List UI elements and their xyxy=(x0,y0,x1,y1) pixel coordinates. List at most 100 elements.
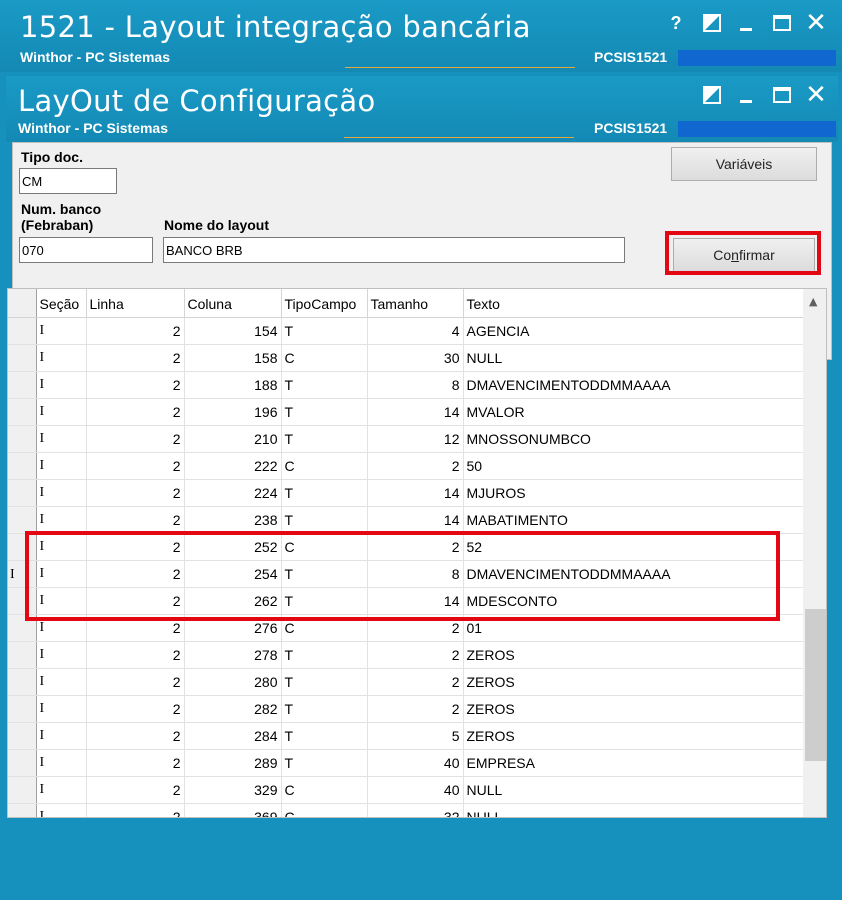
outer-titlebar[interactable]: 1521 - Layout integração bancária Wintho… xyxy=(0,0,842,72)
cell-tipocampo[interactable]: T xyxy=(281,506,368,534)
row-selector[interactable] xyxy=(8,641,37,669)
inner-titlebar[interactable]: LayOut de Configuração Winthor - PC Sist… xyxy=(6,76,838,142)
cell-coluna[interactable]: 278 xyxy=(184,641,282,669)
variaveis-button[interactable]: Variáveis xyxy=(671,147,817,181)
inner-restore-button[interactable] xyxy=(698,82,726,108)
table-row[interactable]: I 2 154 T 4 AGENCIA xyxy=(8,317,804,345)
cell-tipocampo[interactable]: C xyxy=(281,776,368,804)
table-row[interactable]: I 2 369 C 32 NULL xyxy=(8,803,804,817)
cell-tipocampo[interactable]: T xyxy=(281,317,368,345)
cell-texto[interactable]: MVALOR xyxy=(463,398,804,426)
minimize-button[interactable] xyxy=(732,10,760,36)
cell-tamanho[interactable]: 2 xyxy=(367,452,464,480)
table-row[interactable]: I 2 238 T 14 MABATIMENTO xyxy=(8,506,804,534)
column-header-coluna[interactable]: Coluna xyxy=(184,289,282,318)
cell-texto[interactable]: NULL xyxy=(463,803,804,817)
cell-linha[interactable]: 2 xyxy=(86,425,185,453)
cell-linha[interactable]: 2 xyxy=(86,641,185,669)
cell-secao[interactable]: I xyxy=(36,668,87,696)
cell-linha[interactable]: 2 xyxy=(86,722,185,750)
row-selector[interactable] xyxy=(8,506,37,534)
inner-maximize-button[interactable] xyxy=(768,82,796,108)
cell-linha[interactable]: 2 xyxy=(86,398,185,426)
table-row[interactable]: I 2 224 T 14 MJUROS xyxy=(8,479,804,507)
cell-tipocampo[interactable]: T xyxy=(281,722,368,750)
cell-coluna[interactable]: 154 xyxy=(184,317,282,345)
cell-tamanho[interactable]: 14 xyxy=(367,479,464,507)
inner-close-button[interactable]: ✕ xyxy=(802,82,830,108)
cell-coluna[interactable]: 188 xyxy=(184,371,282,399)
cell-secao[interactable]: I xyxy=(36,479,87,507)
help-button[interactable]: ? xyxy=(662,10,690,36)
cell-secao[interactable]: I xyxy=(36,398,87,426)
table-row[interactable]: I 2 222 C 2 50 xyxy=(8,452,804,480)
cell-tipocampo[interactable]: T xyxy=(281,641,368,669)
cell-texto[interactable]: AGENCIA xyxy=(463,317,804,345)
column-header-tamanho[interactable]: Tamanho xyxy=(367,289,464,318)
cell-linha[interactable]: 2 xyxy=(86,317,185,345)
cell-coluna[interactable]: 280 xyxy=(184,668,282,696)
cell-linha[interactable]: 2 xyxy=(86,506,185,534)
cell-tipocampo[interactable]: T xyxy=(281,695,368,723)
cell-tamanho[interactable]: 14 xyxy=(367,398,464,426)
table-row[interactable]: I 2 158 C 30 NULL xyxy=(8,344,804,372)
row-selector[interactable] xyxy=(8,803,37,817)
table-row[interactable]: I 2 280 T 2 ZEROS xyxy=(8,668,804,696)
table-row[interactable]: I 2 329 C 40 NULL xyxy=(8,776,804,804)
cell-secao[interactable]: I xyxy=(36,317,87,345)
cell-secao[interactable]: I xyxy=(36,803,87,817)
row-selector[interactable] xyxy=(8,668,37,696)
close-button[interactable]: ✕ xyxy=(802,10,830,36)
cell-coluna[interactable]: 158 xyxy=(184,344,282,372)
column-header-tipocampo[interactable]: TipoCampo xyxy=(281,289,368,318)
cell-tamanho[interactable]: 40 xyxy=(367,776,464,804)
cell-secao[interactable]: I xyxy=(36,371,87,399)
table-row[interactable]: I 2 196 T 14 MVALOR xyxy=(8,398,804,426)
cell-linha[interactable]: 2 xyxy=(86,371,185,399)
row-selector[interactable] xyxy=(8,344,37,372)
cell-texto[interactable]: MNOSSONUMBCO xyxy=(463,425,804,453)
table-row[interactable]: I 2 210 T 12 MNOSSONUMBCO xyxy=(8,425,804,453)
cell-tamanho[interactable]: 2 xyxy=(367,641,464,669)
cell-texto[interactable]: MABATIMENTO xyxy=(463,506,804,534)
cell-coluna[interactable]: 284 xyxy=(184,722,282,750)
row-selector[interactable] xyxy=(8,398,37,426)
column-header-linha[interactable]: Linha xyxy=(86,289,185,318)
table-row[interactable]: I 2 282 T 2 ZEROS xyxy=(8,695,804,723)
cell-tamanho[interactable]: 14 xyxy=(367,506,464,534)
cell-texto[interactable]: EMPRESA xyxy=(463,749,804,777)
column-header-secao[interactable]: Seção xyxy=(36,289,87,318)
cell-texto[interactable]: MJUROS xyxy=(463,479,804,507)
vertical-scrollbar[interactable]: ▲ ⌄ xyxy=(803,289,826,817)
table-row[interactable]: I 2 289 T 40 EMPRESA xyxy=(8,749,804,777)
inner-minimize-button[interactable] xyxy=(732,82,760,108)
cell-coluna[interactable]: 222 xyxy=(184,452,282,480)
cell-texto[interactable]: 50 xyxy=(463,452,804,480)
num-banco-input[interactable]: 070 xyxy=(19,237,153,263)
cell-linha[interactable]: 2 xyxy=(86,776,185,804)
cell-texto[interactable]: ZEROS xyxy=(463,641,804,669)
cell-texto[interactable]: ZEROS xyxy=(463,668,804,696)
cell-tipocampo[interactable]: C xyxy=(281,344,368,372)
cell-coluna[interactable]: 289 xyxy=(184,749,282,777)
cell-linha[interactable]: 2 xyxy=(86,452,185,480)
cell-coluna[interactable]: 224 xyxy=(184,479,282,507)
row-selector[interactable] xyxy=(8,317,37,345)
scroll-up-icon[interactable]: ▲ xyxy=(809,295,817,308)
cell-tipocampo[interactable]: T xyxy=(281,398,368,426)
cell-linha[interactable]: 2 xyxy=(86,344,185,372)
tipo-doc-input[interactable]: CM xyxy=(19,168,117,194)
cell-texto[interactable]: DMAVENCIMENTODDMMAAAA xyxy=(463,371,804,399)
row-selector[interactable] xyxy=(8,452,37,480)
table-row[interactable]: I 2 284 T 5 ZEROS xyxy=(8,722,804,750)
row-selector[interactable] xyxy=(8,425,37,453)
cell-tamanho[interactable]: 30 xyxy=(367,344,464,372)
cell-linha[interactable]: 2 xyxy=(86,695,185,723)
row-selector[interactable] xyxy=(8,371,37,399)
cell-secao[interactable]: I xyxy=(36,506,87,534)
row-selector[interactable] xyxy=(8,479,37,507)
cell-texto[interactable]: ZEROS xyxy=(463,695,804,723)
cell-coluna[interactable]: 238 xyxy=(184,506,282,534)
cell-coluna[interactable]: 369 xyxy=(184,803,282,817)
column-header-texto[interactable]: Texto xyxy=(463,289,804,318)
